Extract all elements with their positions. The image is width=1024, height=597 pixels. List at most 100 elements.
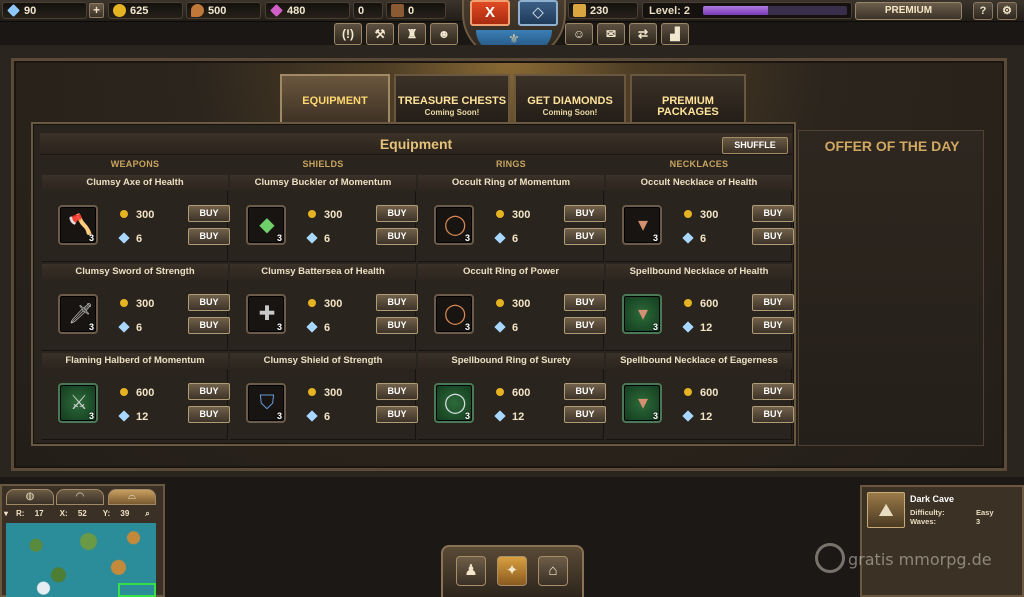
- buy-with-gold-button[interactable]: BUY: [564, 205, 606, 222]
- globe-button[interactable]: ◍: [6, 489, 54, 505]
- add-diamonds-button[interactable]: +: [89, 3, 104, 18]
- item-name: Spellbound Ring of Surety: [418, 353, 604, 369]
- buy-with-gold-button[interactable]: BUY: [188, 294, 230, 311]
- buy-with-diamonds-button[interactable]: BUY: [376, 406, 418, 423]
- buy-with-gold-button[interactable]: BUY: [752, 205, 794, 222]
- buy-with-diamonds-button[interactable]: BUY: [376, 317, 418, 334]
- item-quantity: 3: [276, 322, 282, 332]
- hero-button[interactable]: ☻: [430, 23, 458, 45]
- profile-button[interactable]: ♟: [456, 556, 486, 586]
- gold-coin-icon: [308, 299, 316, 307]
- buy-with-gold-button[interactable]: BUY: [376, 294, 418, 311]
- diamond-icon: ◇: [532, 4, 544, 21]
- help-button[interactable]: ?: [973, 2, 993, 20]
- settings-button[interactable]: ⚙: [997, 2, 1017, 20]
- gold-price: 300: [308, 209, 342, 221]
- zoom-icon[interactable]: ⌕: [145, 509, 149, 521]
- item-slot[interactable]: ▾ 3: [622, 205, 662, 245]
- buy-with-gold-button[interactable]: BUY: [564, 383, 606, 400]
- minimap-toggle[interactable]: ▾: [4, 509, 8, 521]
- buy-with-diamonds-button[interactable]: BUY: [752, 406, 794, 423]
- dark-cave-image[interactable]: ⛰: [867, 492, 905, 528]
- buy-with-diamonds-button[interactable]: BUY: [564, 406, 606, 423]
- item-slot[interactable]: 🗡 3: [58, 294, 98, 334]
- buy-with-diamonds-button[interactable]: BUY: [752, 228, 794, 245]
- minimap-viewport-marker[interactable]: [118, 583, 156, 597]
- tab-equipment[interactable]: EQUIPMENT: [280, 74, 390, 124]
- item-slot[interactable]: ◯ 3: [434, 383, 474, 423]
- diamond-price: 6: [118, 232, 142, 245]
- friends-button[interactable]: ☺: [565, 23, 593, 45]
- mail-button[interactable]: ✉: [597, 23, 625, 45]
- item-name: Clumsy Buckler of Momentum: [230, 175, 416, 191]
- shuffle-button[interactable]: SHUFFLE: [722, 137, 788, 154]
- item-slot[interactable]: ◯ 3: [434, 294, 474, 334]
- diamond-shop-button[interactable]: ◇: [518, 0, 558, 26]
- diamond-icon: [494, 232, 506, 244]
- tab-label: PREMIUM PACKAGES: [657, 95, 719, 118]
- necklace-icon: ▾: [637, 392, 649, 414]
- diamond-icon: [682, 232, 694, 244]
- buy-with-gold-button[interactable]: BUY: [752, 294, 794, 311]
- diamond-icon: [7, 4, 20, 17]
- watermark: gratis mmorpg.de: [815, 543, 992, 573]
- crystals-counter: 480: [265, 2, 350, 19]
- diamond-price: 6: [306, 410, 330, 423]
- army-button[interactable]: ♜: [398, 23, 426, 45]
- gold-price: 300: [308, 387, 342, 399]
- buy-with-gold-button[interactable]: BUY: [376, 205, 418, 222]
- ranking-button[interactable]: ▟: [661, 23, 689, 45]
- buy-with-diamonds-button[interactable]: BUY: [564, 228, 606, 245]
- item-slot[interactable]: 🪓 3: [58, 205, 98, 245]
- silver-ring-icon: ◯: [444, 392, 467, 414]
- item-slot[interactable]: ▾ 3: [622, 294, 662, 334]
- buy-with-gold-button[interactable]: BUY: [376, 383, 418, 400]
- diamond-price: 6: [494, 232, 518, 245]
- item-slot[interactable]: ▾ 3: [622, 383, 662, 423]
- buildings-icon: ⌂: [548, 562, 558, 579]
- buy-with-diamonds-button[interactable]: BUY: [752, 317, 794, 334]
- battersea-icon: ✚: [258, 303, 276, 325]
- item-slot[interactable]: ⚔ 3: [58, 383, 98, 423]
- difficulty-row: Difficulty: Easy: [910, 508, 994, 517]
- tab-premium-packages[interactable]: PREMIUM PACKAGES: [630, 74, 746, 124]
- tab-get-diamonds[interactable]: GET DIAMONDS Coming Soon!: [514, 74, 626, 124]
- item-slot[interactable]: ◯ 3: [434, 205, 474, 245]
- buy-with-gold-button[interactable]: BUY: [188, 383, 230, 400]
- buy-with-gold-button[interactable]: BUY: [752, 383, 794, 400]
- buildings-button[interactable]: ⌂: [538, 556, 568, 586]
- item-quantity: 3: [652, 411, 658, 421]
- gold-coin-icon: [113, 4, 126, 17]
- arena-icon: ⌓: [128, 491, 136, 502]
- tab-sublabel: Coming Soon!: [424, 108, 480, 117]
- premium-button[interactable]: PREMIUM: [855, 2, 962, 20]
- tab-treasure-chests[interactable]: TREASURE CHESTS Coming Soon!: [394, 74, 510, 124]
- item-name: Occult Ring of Momentum: [418, 175, 604, 191]
- buy-with-diamonds-button[interactable]: BUY: [376, 228, 418, 245]
- region-button[interactable]: ◠: [56, 489, 104, 505]
- buy-with-diamonds-button[interactable]: BUY: [188, 317, 230, 334]
- item-cell: Clumsy Shield of Strength ⛉ 3 300 6 BUY BUY: [230, 353, 418, 440]
- tab-label: EQUIPMENT: [302, 95, 368, 107]
- buy-with-gold-button[interactable]: BUY: [564, 294, 606, 311]
- treasure-icon: ✦: [505, 562, 519, 579]
- gold-price: 600: [496, 387, 530, 399]
- shop-button[interactable]: ✦: [497, 556, 527, 586]
- item-cell: Occult Necklace of Health ▾ 3 300 6 BUY BUY: [606, 175, 794, 262]
- buy-with-diamonds-button[interactable]: BUY: [564, 317, 606, 334]
- diamonds-counter: 90: [2, 2, 87, 19]
- y-value: 39: [120, 509, 130, 518]
- close-shop-button[interactable]: X: [470, 0, 510, 26]
- difficulty-value: Easy: [976, 508, 994, 517]
- buy-with-diamonds-button[interactable]: BUY: [188, 228, 230, 245]
- attack-button[interactable]: ⚒: [366, 23, 394, 45]
- item-name: Spellbound Necklace of Eagerness: [606, 353, 792, 369]
- item-slot[interactable]: ◆ 3: [246, 205, 286, 245]
- buy-with-diamonds-button[interactable]: BUY: [188, 406, 230, 423]
- city-view-button[interactable]: ⌓: [108, 489, 156, 505]
- item-slot[interactable]: ⛉ 3: [246, 383, 286, 423]
- buy-with-gold-button[interactable]: BUY: [188, 205, 230, 222]
- item-slot[interactable]: ✚ 3: [246, 294, 286, 334]
- alert-button[interactable]: (!): [334, 23, 362, 45]
- trade-button[interactable]: ⇄: [629, 23, 657, 45]
